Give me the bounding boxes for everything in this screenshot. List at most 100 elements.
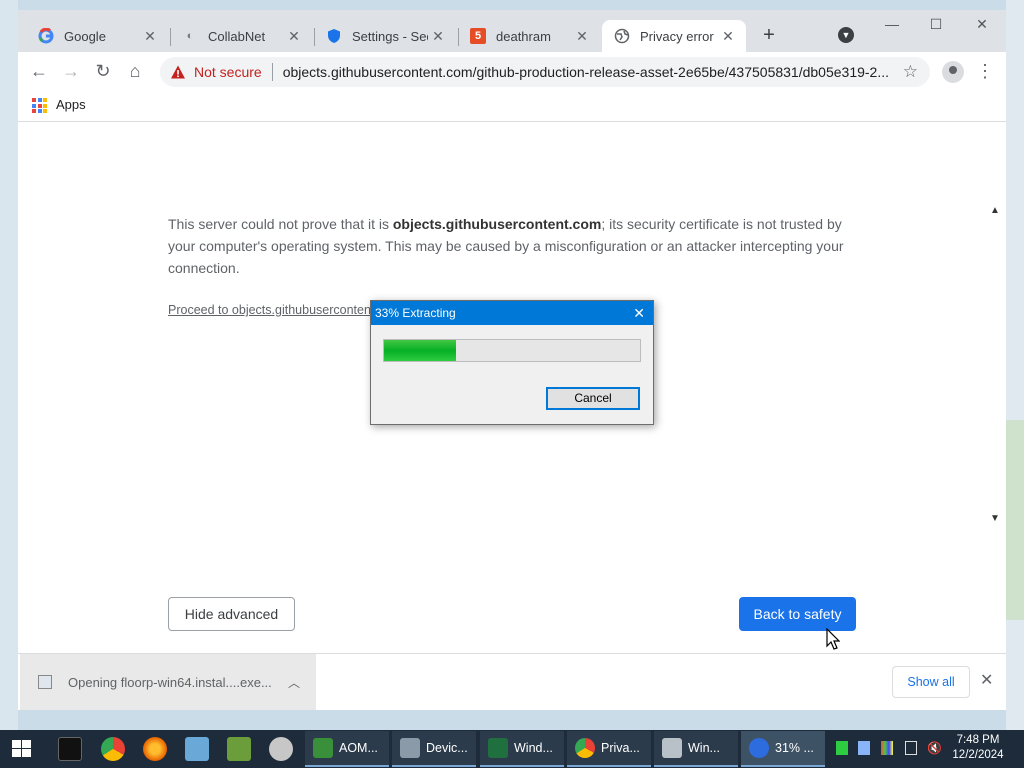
maximize-icon[interactable]: ☐ (926, 16, 946, 33)
error-host: objects.githubusercontent.com (392, 216, 602, 232)
warning-icon[interactable] (170, 64, 186, 80)
minimize-icon[interactable]: — (882, 16, 902, 32)
tab-search-icon[interactable]: ▼ (838, 27, 854, 43)
download-label: Opening floorp-win64.instal....exe... (68, 674, 272, 690)
download-shelf: Opening floorp-win64.instal....exe... ︿ … (18, 653, 1006, 710)
chevron-up-icon[interactable]: ︿ (284, 674, 304, 691)
usb-eject-icon[interactable] (905, 741, 917, 755)
desktop-left-edge (0, 0, 18, 730)
file-icon (38, 675, 52, 689)
back-to-safety-button[interactable]: Back to safety (739, 597, 856, 631)
close-icon[interactable]: ✕ (633, 301, 645, 325)
aomei-icon (313, 738, 333, 758)
taskbar-item-windows[interactable]: Wind... (480, 731, 564, 767)
omnibox-separator (271, 63, 273, 81)
disk-tool-icon[interactable] (269, 737, 293, 761)
scroll-up-icon[interactable]: ▲ (990, 205, 1000, 216)
profile-avatar-icon[interactable] (942, 61, 964, 83)
close-icon[interactable]: ✕ (572, 28, 592, 45)
tab-label: deathram (496, 28, 551, 44)
taskbar-label: AOM... (339, 741, 378, 755)
new-tab-button[interactable]: + (758, 24, 780, 46)
taskbar-label: Win... (688, 741, 720, 755)
progress-fill (384, 340, 456, 361)
extract-progress-bar (383, 339, 641, 362)
error-description: This server could not prove that it is o… (168, 213, 868, 279)
url-text[interactable]: objects.githubusercontent.com/github-pro… (283, 64, 930, 80)
tab-deathram[interactable]: 5 deathram ✕ (458, 20, 600, 52)
show-all-button[interactable]: Show all (892, 666, 970, 698)
windows-terminal-icon (488, 738, 508, 758)
error-text-prefix: This server could not prove that it is (168, 216, 393, 232)
window-close-icon[interactable]: ✕ (972, 16, 992, 33)
drive-icon (662, 738, 682, 758)
tab-label: Google (64, 28, 106, 44)
hide-advanced-button[interactable]: Hide advanced (168, 597, 295, 631)
dialog-titlebar: 33% Extracting ✕ (371, 301, 653, 325)
network-icon[interactable] (858, 741, 870, 755)
close-icon[interactable]: ✕ (980, 670, 993, 690)
mouse-cursor-icon (826, 628, 840, 650)
chrome-icon (575, 738, 595, 758)
device-manager-icon (400, 738, 420, 758)
clock-date: 12/2/2024 (952, 749, 1004, 761)
windows-start-icon[interactable] (12, 740, 32, 758)
taskbar-item-privacy[interactable]: Priva... (567, 731, 651, 767)
extracting-dialog: 33% Extracting ✕ Cancel (370, 300, 654, 425)
terminal-icon[interactable] (58, 737, 82, 761)
taskbar: AOM... Devic... Wind... Priva... Win... … (0, 730, 1024, 768)
globe-icon (614, 28, 630, 44)
tray-app-icon[interactable] (836, 741, 848, 755)
forward-arrow-icon[interactable]: → (60, 60, 82, 82)
cancel-button[interactable]: Cancel (546, 387, 640, 410)
reload-icon[interactable]: ↻ (92, 60, 114, 82)
color-tray-icon[interactable] (881, 741, 893, 755)
google-icon (38, 28, 54, 44)
tab-label: Settings - Secu (352, 28, 428, 44)
tab-collabnet[interactable]: ◐ CollabNet ✕ (170, 20, 312, 52)
close-icon[interactable]: ✕ (718, 28, 738, 45)
chrome-icon[interactable] (101, 737, 125, 761)
settings-shield-icon (326, 28, 342, 44)
address-bar[interactable]: Not secure objects.githubusercontent.com… (160, 57, 930, 87)
proceed-unsafe-link[interactable]: Proceed to objects.githubusercontent.com… (168, 303, 378, 317)
html5-icon: 5 (470, 28, 486, 44)
taskbar-label: Wind... (514, 741, 553, 755)
bookmarks-bar: Apps (18, 90, 1006, 122)
download-item[interactable]: Opening floorp-win64.instal....exe... ︿ (20, 654, 316, 710)
not-secure-label[interactable]: Not secure (194, 64, 262, 80)
taskbar-clock[interactable]: 7:48 PM 12/2/2024 (946, 733, 1010, 763)
taskbar-item-win[interactable]: Win... (654, 731, 738, 767)
tab-label: CollabNet (208, 28, 266, 44)
desktop-right-edge (1006, 0, 1024, 730)
app-icon[interactable] (227, 737, 251, 761)
close-icon[interactable]: ✕ (284, 28, 304, 45)
notepad-icon[interactable] (185, 737, 209, 761)
close-icon[interactable]: ✕ (428, 28, 448, 45)
taskbar-label: Priva... (601, 741, 640, 755)
extractor-icon (749, 738, 769, 758)
taskbar-item-aomei[interactable]: AOM... (305, 731, 389, 767)
volume-muted-icon[interactable]: 🔇 (927, 741, 942, 755)
close-icon[interactable]: ✕ (140, 28, 160, 45)
tab-google[interactable]: Google ✕ (26, 20, 168, 52)
taskbar-label: Devic... (426, 741, 468, 755)
taskbar-item-extractor[interactable]: 31% ... (741, 731, 825, 767)
tab-strip: Google ✕ ◐ CollabNet ✕ Settings - Secu ✕… (18, 10, 1006, 52)
dialog-title: 33% Extracting (375, 306, 456, 320)
desktop-background-patch (1006, 420, 1024, 620)
home-icon[interactable]: ⌂ (124, 60, 146, 82)
apps-bookmark[interactable]: Apps (56, 97, 86, 112)
tab-settings[interactable]: Settings - Secu ✕ (314, 20, 456, 52)
taskbar-item-device-manager[interactable]: Devic... (392, 731, 476, 767)
kebab-menu-icon[interactable]: ⋮ (976, 60, 994, 82)
clock-time: 7:48 PM (956, 734, 1000, 746)
scroll-down-icon[interactable]: ▼ (990, 513, 1000, 524)
bookmark-star-icon[interactable]: ☆ (903, 62, 918, 82)
back-arrow-icon[interactable]: ← (28, 60, 50, 82)
tab-privacy-error[interactable]: Privacy error ✕ (602, 20, 746, 52)
firefox-icon[interactable] (143, 737, 167, 761)
toolbar: ← → ↻ ⌂ Not secure objects.githubusercon… (18, 52, 1006, 90)
apps-grid-icon[interactable] (32, 98, 47, 113)
tab-label: Privacy error (640, 28, 714, 44)
